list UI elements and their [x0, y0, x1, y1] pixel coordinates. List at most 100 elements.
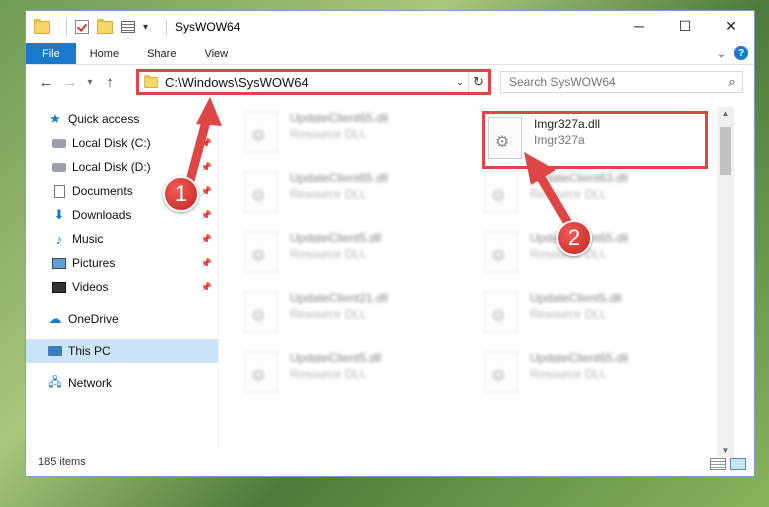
dll-file-icon [244, 351, 278, 393]
title-bar: ▾ SysWOW64 ─ ☐ ✕ [26, 11, 754, 43]
search-input[interactable]: Search SysWOW64 ⌕ [500, 71, 743, 93]
vertical-scrollbar[interactable]: ▲ ▼ [717, 107, 734, 457]
address-dropdown-icon[interactable]: ⌄ [452, 77, 468, 88]
documents-icon [53, 184, 65, 198]
file-description: Resource DLL [530, 307, 607, 321]
file-item[interactable]: UpdateClient5.dll Resource DLL [484, 291, 714, 343]
up-button[interactable]: ↑ [98, 74, 122, 91]
properties-check-icon[interactable] [75, 20, 89, 34]
sidebar-item-quick-access[interactable]: ★ Quick access [26, 107, 218, 131]
dll-file-icon [488, 117, 522, 159]
file-item[interactable]: UpdateClient65.dll Resource DLL [244, 111, 474, 163]
sidebar-item-network[interactable]: 🖧 Network [26, 371, 218, 395]
callout-badge-1: 1 [163, 176, 199, 212]
dll-file-icon [244, 171, 278, 213]
tiles-view-icon[interactable] [730, 458, 746, 470]
file-name: Imgr327a.dll [534, 117, 601, 131]
tab-file[interactable]: File [26, 43, 76, 64]
folder-icon [34, 18, 50, 34]
maximize-button[interactable]: ☐ [662, 11, 708, 41]
file-name: UpdateClient65.dll [290, 111, 389, 125]
file-description: Resource DLL [290, 187, 367, 201]
file-name: UpdateClient65.dll [290, 171, 389, 185]
downloads-icon: ⬇ [53, 207, 65, 222]
dll-file-icon [244, 231, 278, 273]
file-description: Resource DLL [530, 367, 607, 381]
back-button[interactable]: ← [34, 74, 58, 91]
sidebar-item-music[interactable]: ♪ Music 📌 [26, 227, 218, 251]
file-list: UpdateClient65.dll Resource DLL UpdateCli… [244, 107, 734, 457]
customize-icon[interactable] [121, 21, 135, 33]
close-button[interactable]: ✕ [708, 11, 754, 41]
dll-file-icon [484, 231, 518, 273]
tab-share[interactable]: Share [133, 43, 190, 64]
file-item[interactable]: UpdateClient63.dll Resource DLL [484, 171, 714, 223]
scroll-up-icon[interactable]: ▲ [717, 109, 734, 118]
search-icon[interactable]: ⌕ [722, 74, 742, 90]
drive-icon [52, 138, 66, 148]
pictures-icon [52, 257, 66, 269]
file-name: UpdateClient63.dll [530, 171, 629, 185]
videos-icon [52, 281, 66, 293]
recent-locations-button[interactable]: ▾ [82, 77, 98, 88]
sidebar-item-label: Pictures [72, 256, 116, 270]
pin-icon: 📌 [200, 161, 212, 172]
minimize-button[interactable]: ─ [616, 11, 662, 41]
sidebar-item-label: Videos [72, 280, 109, 294]
dll-file-icon [484, 291, 518, 333]
tab-home[interactable]: Home [76, 43, 133, 64]
file-description: Resource DLL [290, 367, 367, 381]
file-description: Resource DLL [530, 187, 607, 201]
file-item[interactable]: UpdateClient5.dll Resource DLL [244, 351, 474, 403]
file-name: UpdateClient65.dll [530, 351, 629, 365]
file-item[interactable]: UpdateClient65.dllResource DLL [484, 231, 714, 283]
details-view-icon[interactable] [710, 458, 726, 470]
sidebar-item-local-disk-d[interactable]: Local Disk (D:) 📌 [26, 155, 218, 179]
divider [166, 19, 168, 35]
drive-icon [52, 162, 66, 172]
file-name: UpdateClient5.dll [290, 351, 382, 365]
sidebar-item-local-disk-c[interactable]: Local Disk (C:) 📌 [26, 131, 218, 155]
file-item[interactable]: UpdateClient21.dll Resource DLL [244, 291, 474, 343]
pin-icon: 📌 [200, 257, 212, 268]
help-icon[interactable]: ? [734, 46, 748, 60]
pin-icon: 📌 [200, 137, 212, 148]
sidebar-item-videos[interactable]: Videos 📌 [26, 275, 218, 299]
quick-access-dropdown-icon[interactable]: ▾ [143, 22, 148, 33]
navigation-bar: ← → ▾ ↑ C:\Windows\SysWOW64 ⌄ ↻ Search S… [26, 65, 754, 99]
sidebar-item-label: Local Disk (D:) [72, 160, 151, 174]
file-name: UpdateClient5.dll [290, 231, 382, 245]
sidebar-item-label: OneDrive [68, 312, 119, 326]
file-item-imgr327a[interactable]: Imgr327a.dll Imgr327a [482, 111, 708, 169]
file-description: Resource DLL [290, 307, 367, 321]
scrollbar-thumb[interactable] [720, 127, 731, 175]
new-folder-icon[interactable] [97, 18, 113, 34]
file-item[interactable]: UpdateClient5.dll Resource DLL [244, 231, 474, 283]
sidebar-item-label: Quick access [68, 112, 140, 126]
dll-file-icon [244, 111, 278, 153]
file-item[interactable]: UpdateClient65.dll Resource DLL [244, 171, 474, 223]
sidebar-item-pictures[interactable]: Pictures 📌 [26, 251, 218, 275]
folder-icon [144, 74, 158, 88]
ribbon: File Home Share View ⌄ ? [26, 43, 754, 65]
search-placeholder: Search SysWOW64 [509, 75, 616, 89]
file-explorer-window: ▾ SysWOW64 ─ ☐ ✕ File Home Share View ⌄ … [25, 10, 755, 477]
pin-icon: 📌 [200, 281, 212, 292]
dll-file-icon [484, 171, 518, 213]
music-icon: ♪ [55, 231, 63, 247]
refresh-button[interactable]: ↻ [468, 72, 488, 92]
pin-icon: 📌 [200, 209, 212, 220]
tab-view[interactable]: View [190, 43, 242, 64]
sidebar-item-label: Documents [72, 184, 133, 198]
callout-badge-2: 2 [556, 220, 592, 256]
address-bar[interactable]: C:\Windows\SysWOW64 ⌄ ↻ [136, 69, 491, 95]
address-path[interactable]: C:\Windows\SysWOW64 [165, 75, 452, 90]
sidebar-item-this-pc[interactable]: This PC [26, 339, 218, 363]
forward-button[interactable]: → [58, 74, 82, 91]
file-description: Resource DLL [290, 127, 367, 141]
sidebar-item-label: Local Disk (C:) [72, 136, 151, 150]
sidebar-item-onedrive[interactable]: ☁ OneDrive [26, 307, 218, 331]
chevron-down-icon[interactable]: ⌄ [717, 47, 726, 60]
item-count: 185 items [38, 456, 86, 468]
file-item[interactable]: UpdateClient65.dll Resource DLL [484, 351, 714, 403]
